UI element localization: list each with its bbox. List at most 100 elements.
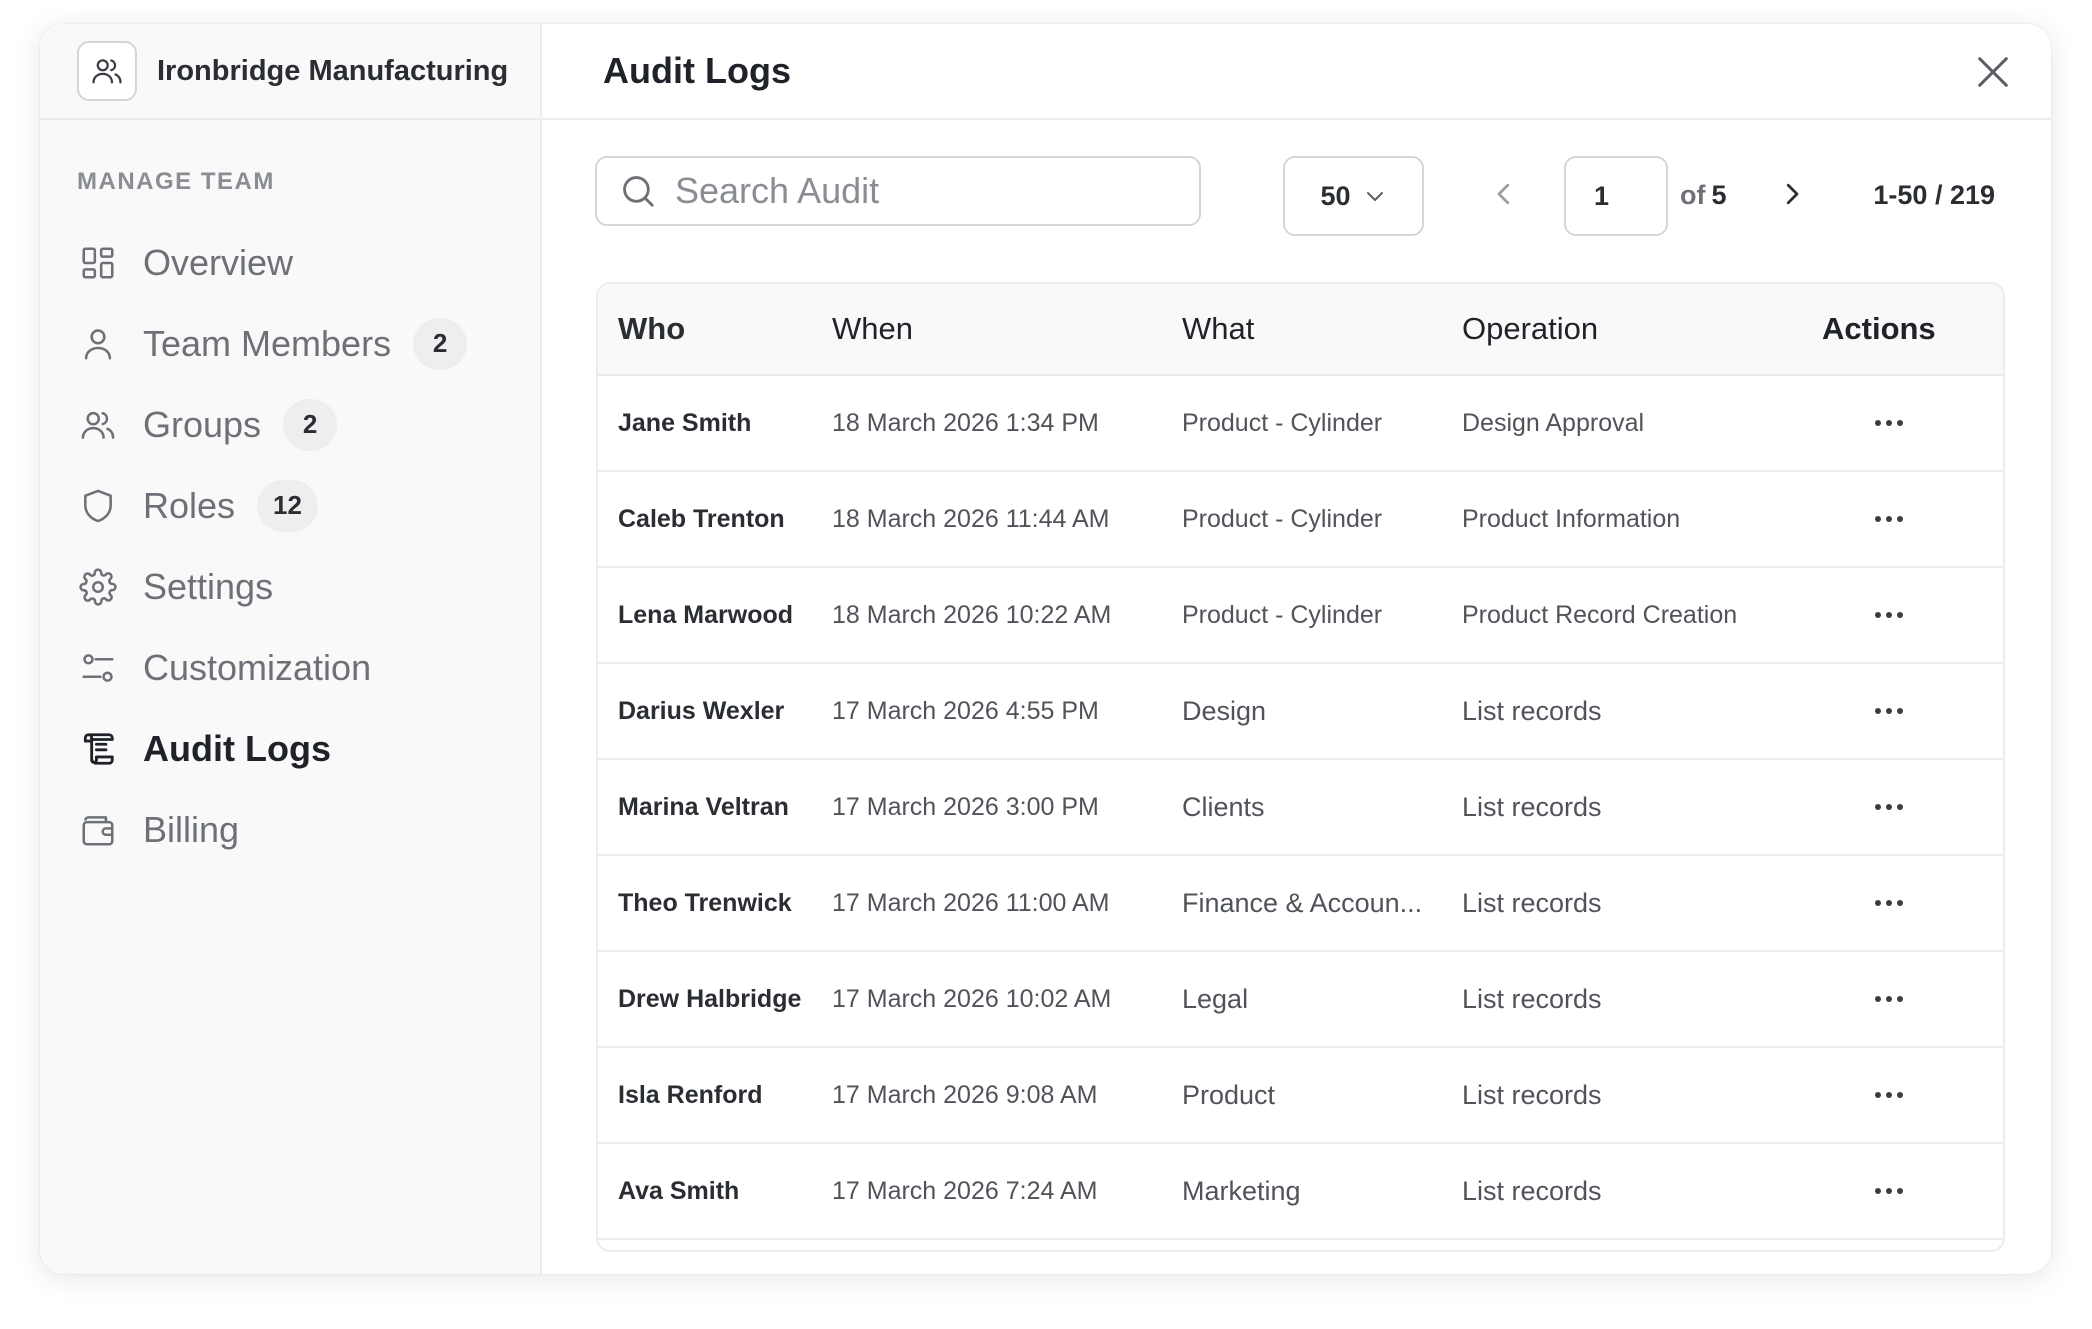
sidebar-item-team-members[interactable]: Team Members 2 [40,303,540,384]
cell-what: Clients [1182,791,1265,822]
search-icon [623,176,654,207]
cell-actions [1814,798,1964,816]
count-badge: 2 [413,317,468,370]
cell-when: 18 March 2026 1:34 PM [832,408,1099,437]
more-actions-button[interactable] [1869,510,1909,528]
wallet-icon [77,809,119,851]
manage-team-dialog: Ironbridge Manufacturing MANAGE TEAM Ove… [40,24,2051,1274]
cell-who: Lena Marwood [618,600,794,629]
sidebar-item-label: Customization [143,646,372,688]
table-row[interactable]: Caleb Trenton 18 March 2026 11:44 AM Produ… [598,472,2003,568]
more-actions-button[interactable] [1869,414,1909,432]
more-icon [1897,708,1903,714]
cell-who: Marina Veltran [618,792,789,821]
cell-operation: Product Record Creation [1462,600,1738,629]
cell-when: 17 March 2026 10:02 AM [832,984,1112,1013]
table-row[interactable]: Darius Wexler 17 March 2026 4:55 PM Design… [598,664,2003,760]
close-button[interactable] [1971,50,2015,94]
sidebar-item-label: Roles [143,484,236,526]
more-icon [1897,996,1903,1002]
sidebar-item-settings[interactable]: Settings [40,546,540,627]
page-size-select[interactable]: 50 [1283,156,1424,236]
more-icon [1897,612,1903,618]
cell-when: 17 March 2026 3:00 PM [832,792,1099,821]
more-icon [1897,516,1903,522]
more-icon [1897,1188,1903,1194]
table-header: Who When What Operation Actions [598,284,2003,376]
search-input[interactable] [675,170,1175,212]
scroll-icon [77,728,119,770]
sidebar: Ironbridge Manufacturing MANAGE TEAM Ove… [40,24,542,1274]
sliders-icon [77,647,119,689]
more-actions-button[interactable] [1869,606,1909,624]
total-pages: 5 [1711,180,1727,210]
sidebar-item-label: Team Members [143,322,392,364]
more-icon [1886,1188,1892,1194]
more-icon [1886,420,1892,426]
page-title: Audit Logs [603,50,791,91]
cell-when: 17 March 2026 4:55 PM [832,696,1099,725]
cell-actions [1814,990,1964,1008]
cell-who: Caleb Trenton [618,504,785,533]
more-icon [1886,996,1892,1002]
cell-operation: List records [1462,1175,1602,1206]
cell-operation: Product Information [1462,504,1681,533]
cell-when: 17 March 2026 7:24 AM [832,1176,1098,1205]
cell-what: Product - Cylinder [1182,408,1383,437]
page-number-input[interactable] [1564,156,1668,236]
more-actions-button[interactable] [1869,1182,1909,1200]
cell-when: 17 March 2026 9:08 AM [832,1080,1098,1109]
sidebar-item-label: Billing [143,808,240,850]
sidebar-item-billing[interactable]: Billing [40,789,540,870]
gear-icon [77,566,119,608]
cell-what: Product [1182,1079,1276,1110]
table-row[interactable]: Ava Smith 17 March 2026 7:24 AM Marketing L… [598,1144,2003,1240]
more-icon [1897,804,1903,810]
sidebar-item-groups[interactable]: Groups 2 [40,384,540,465]
cell-what: Legal [1182,983,1249,1014]
column-header-when: When [832,311,913,346]
cell-what: Marketing [1182,1175,1301,1206]
table-row[interactable]: Jane Smith 18 March 2026 1:34 PM Product -… [598,376,2003,472]
more-actions-button[interactable] [1869,894,1909,912]
table-row[interactable]: Lena Marwood 18 March 2026 10:22 AM Produc… [598,568,2003,664]
grid-icon [77,242,119,284]
more-icon [1875,996,1881,1002]
cell-actions [1814,1182,1964,1200]
chevron-left-icon [1497,183,1510,205]
user-icon [77,323,119,365]
sidebar-item-customization[interactable]: Customization [40,627,540,708]
cell-operation: List records [1462,1079,1602,1110]
users-icon [77,404,119,446]
table-row[interactable]: Theo Trenwick 17 March 2026 11:00 AM Finan… [598,856,2003,952]
count-badge: 12 [257,479,318,532]
sidebar-item-audit-logs[interactable]: Audit Logs [40,708,540,789]
cell-what: Design [1182,695,1267,726]
table-row[interactable]: Marina Veltran 17 March 2026 3:00 PM Clien… [598,760,2003,856]
team-icon [77,41,137,101]
cell-who: Ava Smith [618,1176,740,1205]
sidebar-item-overview[interactable]: Overview [40,222,540,303]
cell-who: Theo Trenwick [618,888,792,917]
cell-actions [1814,414,1964,432]
more-actions-button[interactable] [1869,1086,1909,1104]
page-size-value: 50 [1320,180,1351,211]
cell-operation: Design Approval [1462,408,1645,437]
sidebar-item-roles[interactable]: Roles 12 [40,465,540,546]
audit-table: Who When What Operation Actions Jane Smi… [596,282,2005,1252]
more-actions-button[interactable] [1869,798,1909,816]
table-body: Jane Smith 18 March 2026 1:34 PM Product -… [598,376,2003,1240]
table-row[interactable]: Isla Renford 17 March 2026 9:08 AM Product… [598,1048,2003,1144]
more-actions-button[interactable] [1869,990,1909,1008]
column-header-who: Who [618,311,686,346]
more-actions-button[interactable] [1869,702,1909,720]
table-row[interactable]: Drew Halbridge 17 March 2026 10:02 AM Lega… [598,952,2003,1048]
cell-who: Darius Wexler [618,696,785,725]
section-label: MANAGE TEAM [77,168,275,195]
more-icon [1875,708,1881,714]
next-page-button[interactable] [1774,176,1810,212]
shield-icon [77,485,119,527]
count-badge: 2 [283,398,338,451]
cell-operation: List records [1462,695,1602,726]
prev-page-button[interactable] [1486,176,1522,212]
